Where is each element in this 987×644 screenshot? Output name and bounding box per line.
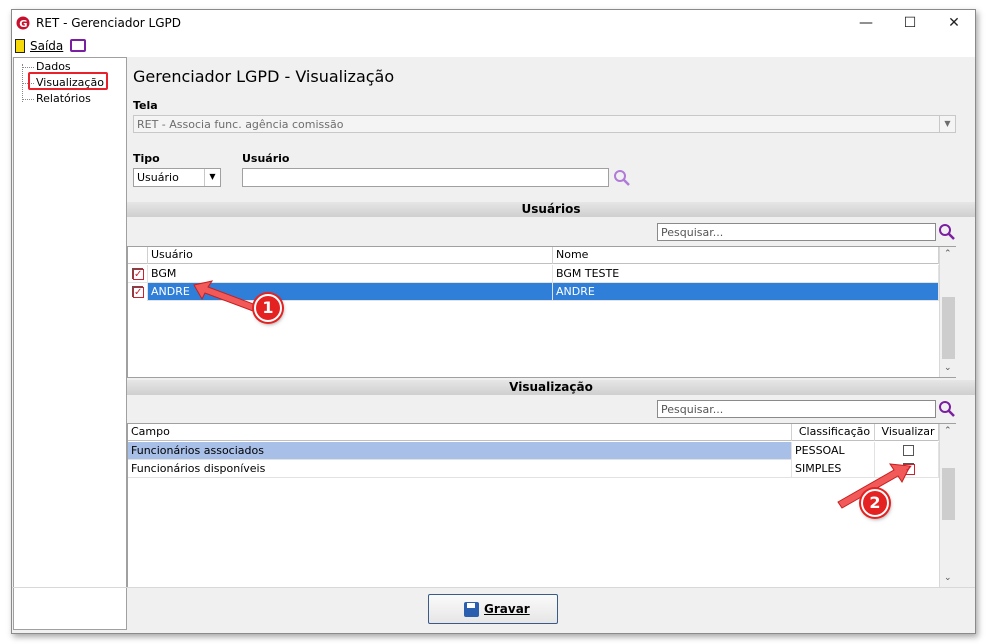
save-button[interactable]: Gravar <box>428 594 558 624</box>
visualizacao-search-input[interactable]: Pesquisar... <box>657 400 936 418</box>
chevron-down-icon[interactable]: ▼ <box>204 169 220 186</box>
navigation-tree: Dados Visualização Relatórios <box>13 57 127 630</box>
usuarios-scrollbar[interactable]: ⌃ ⌄ <box>939 247 957 377</box>
cell-campo: Funcionários disponíveis <box>128 460 792 478</box>
row-checkbox[interactable] <box>132 284 144 301</box>
page-title: Gerenciador LGPD - Visualização <box>133 67 395 86</box>
tree-item-relatorios[interactable]: Relatórios <box>36 92 91 105</box>
column-header-nome[interactable]: Nome <box>553 247 939 264</box>
app-logo-icon: G <box>16 16 30 30</box>
title-bar: G RET - Gerenciador LGPD — ☐ ✕ <box>12 10 975 37</box>
annotation-badge-1: 1 <box>254 294 282 322</box>
visualizacao-section-header: Visualização <box>127 380 975 395</box>
annotation-badge-2: 2 <box>861 489 889 517</box>
tela-label: Tela <box>133 99 158 112</box>
floppy-disk-icon <box>464 602 479 617</box>
column-header-classificacao[interactable]: Classificação <box>792 424 875 441</box>
usuario-input[interactable] <box>242 168 609 187</box>
window-title: RET - Gerenciador LGPD <box>36 16 182 30</box>
usuario-label: Usuário <box>242 152 290 165</box>
menu-bar: Saída <box>12 37 975 57</box>
tree-connector <box>22 99 34 100</box>
tipo-value: Usuário <box>137 171 179 184</box>
visualizacao-table: Campo Classificação Visualizar Funcionár… <box>127 423 957 588</box>
tela-value: RET - Associa func. agência comissão <box>137 118 344 131</box>
row-checkbox[interactable] <box>132 266 144 283</box>
close-button[interactable]: ✕ <box>932 10 976 37</box>
scroll-up-icon[interactable]: ⌃ <box>944 249 952 259</box>
tipo-select[interactable]: Usuário ▼ <box>133 168 221 187</box>
minimize-button[interactable]: — <box>844 10 888 37</box>
table-row[interactable]: Funcionários disponíveis SIMPLES <box>128 460 939 478</box>
visualizar-checkbox[interactable] <box>903 461 915 478</box>
exit-menu-item[interactable]: Saída <box>30 39 63 53</box>
checkbox-column-header <box>128 247 148 264</box>
footer-bar: Gravar <box>12 587 975 634</box>
tree-connector <box>22 67 34 68</box>
tela-select: RET - Associa func. agência comissão ▼ <box>133 115 956 133</box>
tipo-label: Tipo <box>133 152 160 165</box>
search-icon[interactable] <box>613 169 631 187</box>
scroll-down-icon[interactable]: ⌄ <box>944 363 952 373</box>
save-button-label: Gravar <box>484 602 530 616</box>
column-header-campo[interactable]: Campo <box>128 424 792 441</box>
table-header: Usuário Nome <box>128 247 939 264</box>
chevron-down-icon: ▼ <box>939 116 955 132</box>
cell-nome: BGM TESTE <box>553 265 939 283</box>
svg-text:G: G <box>19 19 27 30</box>
visualizacao-scrollbar[interactable]: ⌃ ⌄ <box>939 424 957 587</box>
scroll-thumb[interactable] <box>942 468 955 520</box>
highlight-box <box>28 72 108 90</box>
column-header-visualizar[interactable]: Visualizar <box>875 424 939 441</box>
row-checkbox-cell <box>128 283 148 301</box>
monitor-icon[interactable] <box>70 39 86 52</box>
cell-campo: Funcionários associados <box>128 442 792 460</box>
scroll-down-icon[interactable]: ⌄ <box>944 573 952 583</box>
table-header: Campo Classificação Visualizar <box>128 424 939 441</box>
usuarios-search-input[interactable]: Pesquisar... <box>657 223 936 241</box>
column-header-usuario[interactable]: Usuário <box>148 247 553 264</box>
scroll-thumb[interactable] <box>942 297 955 359</box>
search-icon[interactable] <box>938 400 956 418</box>
row-checkbox-cell <box>128 265 148 283</box>
table-row[interactable]: Funcionários associados PESSOAL <box>128 442 939 460</box>
search-icon[interactable] <box>938 223 956 241</box>
visualizar-checkbox[interactable] <box>903 445 914 456</box>
cell-nome: ANDRE <box>553 283 939 301</box>
scroll-up-icon[interactable]: ⌃ <box>944 426 952 436</box>
maximize-button[interactable]: ☐ <box>888 10 932 37</box>
door-exit-icon[interactable] <box>15 39 25 53</box>
usuarios-section-header: Usuários <box>127 202 975 217</box>
app-window: G RET - Gerenciador LGPD — ☐ ✕ Saída Dad… <box>11 9 976 634</box>
